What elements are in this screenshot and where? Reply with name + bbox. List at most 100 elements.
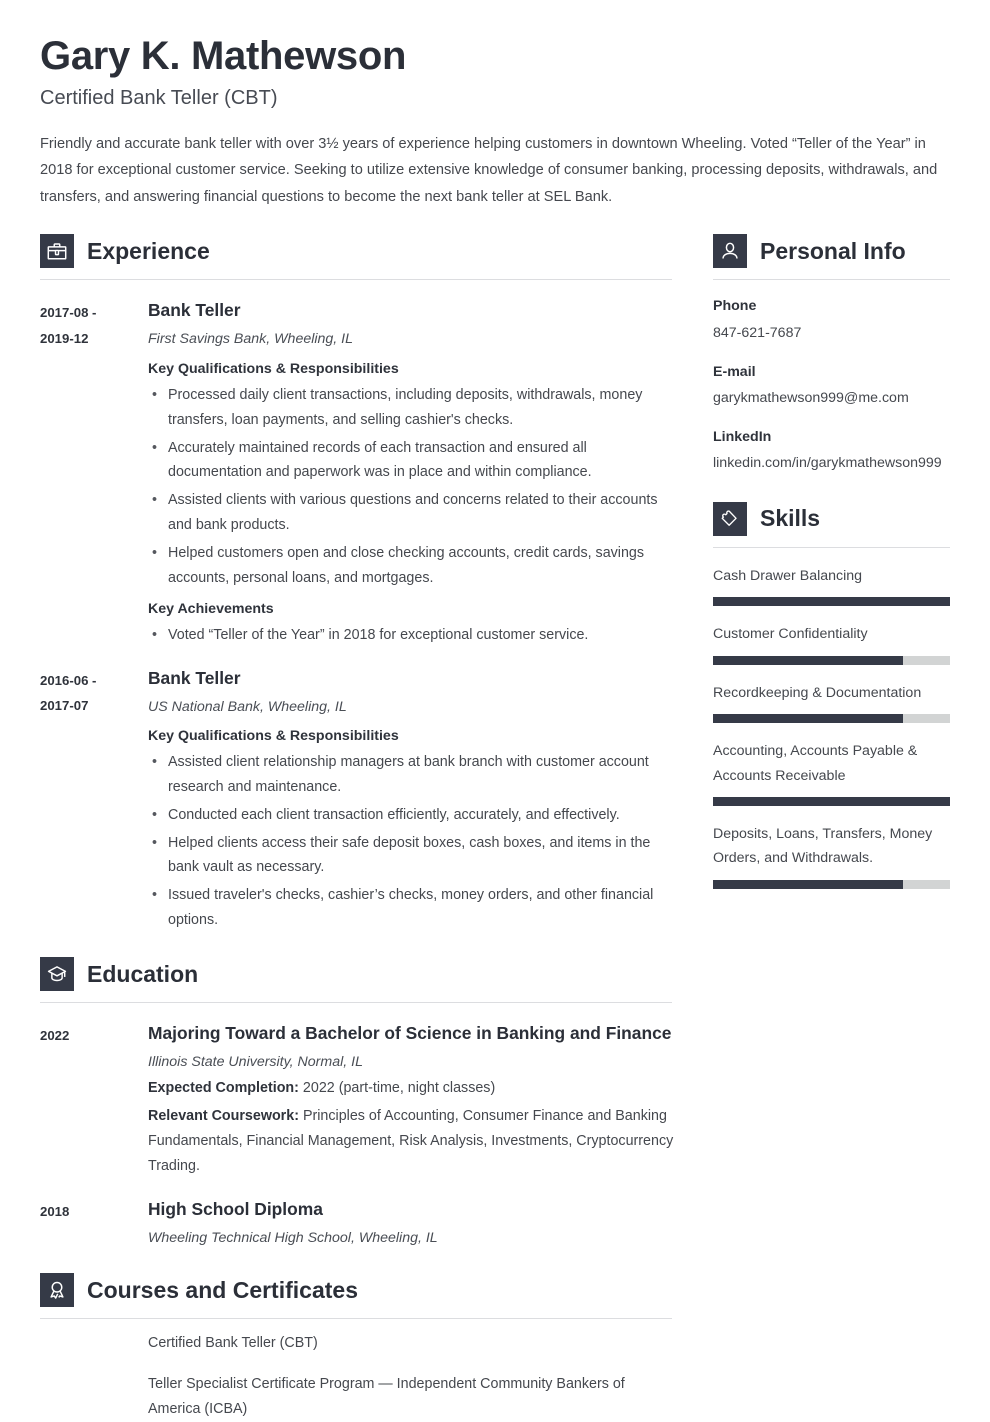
- sidebar-column: Personal Info Phone 847-621-7687 E-mail …: [713, 230, 950, 1421]
- personal-info-title: Personal Info: [760, 237, 906, 264]
- degree-title: Majoring Toward a Bachelor of Science in…: [148, 1023, 672, 1044]
- skill-label: Customer Confidentiality: [713, 626, 868, 643]
- job-role: Bank Teller: [148, 300, 241, 321]
- skill-label: Accounting, Accounts Payable & Accounts …: [713, 743, 918, 784]
- education-header: Education: [40, 957, 675, 992]
- field-value-phone[interactable]: 847-621-7687: [713, 321, 950, 345]
- job-organization: First Savings Bank, Wheeling, IL: [148, 331, 354, 348]
- education-entry-date: 2018: [40, 1203, 70, 1219]
- section-experience: Experience 2017-08 - 2019-12 Bank Teller…: [40, 234, 675, 933]
- section-skills: Skills Cash Drawer Balancing Customer Co…: [713, 501, 950, 889]
- person-icon: [713, 234, 747, 269]
- job-subheading-qualifications: Key Qualifications & Responsibilities: [148, 727, 399, 744]
- courses-title: Courses and Certificates: [87, 1276, 358, 1303]
- courses-divider: [40, 1318, 672, 1320]
- date-line-end: 2019-12: [40, 331, 89, 347]
- personal-info-divider: [713, 279, 950, 281]
- date-line-start: 2017-08 -: [40, 305, 97, 321]
- list-item: Helped customers open and close checking…: [148, 541, 675, 591]
- field-label-phone: Phone: [713, 298, 757, 315]
- field-value-email[interactable]: garykmathewson999@me.com: [713, 386, 950, 410]
- list-item: Accurately maintained records of each tr…: [148, 436, 675, 486]
- briefcase-icon: [40, 234, 74, 269]
- job-achievement-list: Voted “Teller of the Year” in 2018 for e…: [148, 623, 675, 648]
- education-entry: 2018 High School Diploma Wheeling Techni…: [40, 1197, 675, 1249]
- skill-bar-track: [713, 597, 950, 607]
- education-entry: 2022 Majoring Toward a Bachelor of Scien…: [40, 1021, 675, 1179]
- education-entry-date: 2022: [40, 1028, 70, 1044]
- puzzle-piece-icon: [713, 501, 747, 536]
- field-label-linkedin: LinkedIn: [713, 428, 772, 445]
- skill-bar-fill: [713, 796, 950, 806]
- skills-header: Skills: [713, 501, 950, 536]
- experience-divider: [40, 279, 672, 281]
- job-bullet-list: Assisted client relationship managers at…: [148, 750, 675, 933]
- skill-item: Accounting, Accounts Payable & Accounts …: [713, 739, 950, 806]
- list-item: Issued traveler's checks, cashier’s chec…: [148, 883, 675, 933]
- resume-header: Gary K. Mathewson Certified Bank Teller …: [40, 0, 950, 210]
- education-detail-completion: Expected Completion: 2022 (part-time, ni…: [148, 1076, 675, 1101]
- list-item: Processed daily client transactions, inc…: [148, 383, 675, 433]
- job-subheading-achievements: Key Achievements: [148, 600, 274, 617]
- skill-item: Recordkeeping & Documentation: [713, 681, 950, 724]
- education-title: Education: [87, 960, 199, 987]
- detail-value: 2022 (part-time, night classes): [302, 1080, 496, 1097]
- experience-entry: 2017-08 - 2019-12 Bank Teller First Savi…: [40, 298, 675, 647]
- skill-label: Deposits, Loans, Transfers, Money Orders…: [713, 825, 933, 867]
- skill-bar-fill: [713, 879, 903, 889]
- experience-entry-body: Bank Teller US National Bank, Wheeling, …: [148, 666, 675, 933]
- skill-label: Recordkeeping & Documentation: [713, 684, 922, 701]
- professional-summary: Friendly and accurate bank teller with o…: [40, 135, 938, 205]
- experience-entry-body: Bank Teller First Savings Bank, Wheeling…: [148, 298, 675, 647]
- candidate-name: Gary K. Mathewson: [40, 34, 407, 78]
- list-item: Assisted client relationship managers at…: [148, 750, 675, 800]
- list-item: Teller Specialist Certificate Program — …: [148, 1376, 625, 1417]
- skill-bar-fill: [713, 655, 903, 665]
- job-role: Bank Teller: [148, 667, 241, 688]
- experience-entry: 2016-06 - 2017-07 Bank Teller US Nationa…: [40, 666, 675, 933]
- job-organization: US National Bank, Wheeling, IL: [148, 698, 347, 715]
- graduation-cap-icon: [40, 957, 74, 992]
- job-bullet-list: Processed daily client transactions, inc…: [148, 383, 675, 591]
- courses-header: Courses and Certificates: [40, 1273, 675, 1308]
- skill-bar-track: [713, 714, 950, 724]
- experience-entry-date: 2016-06 - 2017-07: [40, 666, 148, 933]
- personal-info-header: Personal Info: [713, 234, 950, 269]
- skill-item: Deposits, Loans, Transfers, Money Orders…: [713, 822, 950, 889]
- experience-entry-date: 2017-08 - 2019-12: [40, 298, 148, 647]
- field-value-linkedin[interactable]: linkedin.com/in/garykmathewson999: [713, 451, 950, 475]
- education-entry-body: High School Diploma Wheeling Technical H…: [148, 1197, 675, 1249]
- field-label-email: E-mail: [713, 363, 756, 380]
- skill-bar-track: [713, 796, 950, 806]
- list-item: Conducted each client transaction effici…: [148, 803, 675, 828]
- skill-bar-track: [713, 879, 950, 889]
- experience-title: Experience: [87, 237, 210, 264]
- personal-info-field: E-mail garykmathewson999@me.com: [713, 361, 950, 411]
- section-education: Education 2022 Majoring Toward a Bachelo…: [40, 957, 675, 1249]
- date-line-end: 2017-07: [40, 698, 89, 714]
- courses-list: Certified Bank Teller (CBT) Teller Speci…: [40, 1331, 675, 1422]
- main-column: Experience 2017-08 - 2019-12 Bank Teller…: [40, 230, 675, 1421]
- skill-label: Cash Drawer Balancing: [713, 567, 863, 584]
- school-name: Wheeling Technical High School, Wheeling…: [148, 1229, 438, 1246]
- skill-item: Cash Drawer Balancing: [713, 564, 950, 607]
- resume-columns: Experience 2017-08 - 2019-12 Bank Teller…: [40, 230, 950, 1421]
- skills-title: Skills: [760, 505, 821, 532]
- school-name: Illinois State University, Normal, IL: [148, 1054, 363, 1071]
- skills-divider: [713, 546, 950, 548]
- education-divider: [40, 1002, 672, 1004]
- education-detail-coursework: Relevant Coursework: Principles of Accou…: [148, 1104, 675, 1179]
- skill-bar-track: [713, 655, 950, 665]
- skill-bar-fill: [713, 714, 903, 724]
- personal-info-field: Phone 847-621-7687: [713, 295, 950, 345]
- skill-bar-fill: [713, 597, 950, 607]
- list-item: Helped clients access their safe deposit…: [148, 831, 675, 881]
- personal-info-field: LinkedIn linkedin.com/in/garykmathewson9…: [713, 426, 950, 476]
- list-item: Assisted clients with various questions …: [148, 488, 675, 538]
- job-subheading-qualifications: Key Qualifications & Responsibilities: [148, 360, 399, 377]
- education-entry-body: Majoring Toward a Bachelor of Science in…: [148, 1021, 675, 1179]
- list-item: Voted “Teller of the Year” in 2018 for e…: [148, 623, 675, 648]
- candidate-job-title: Certified Bank Teller (CBT): [40, 86, 278, 109]
- skill-item: Customer Confidentiality: [713, 622, 950, 665]
- section-personal-info: Personal Info Phone 847-621-7687 E-mail …: [713, 234, 950, 475]
